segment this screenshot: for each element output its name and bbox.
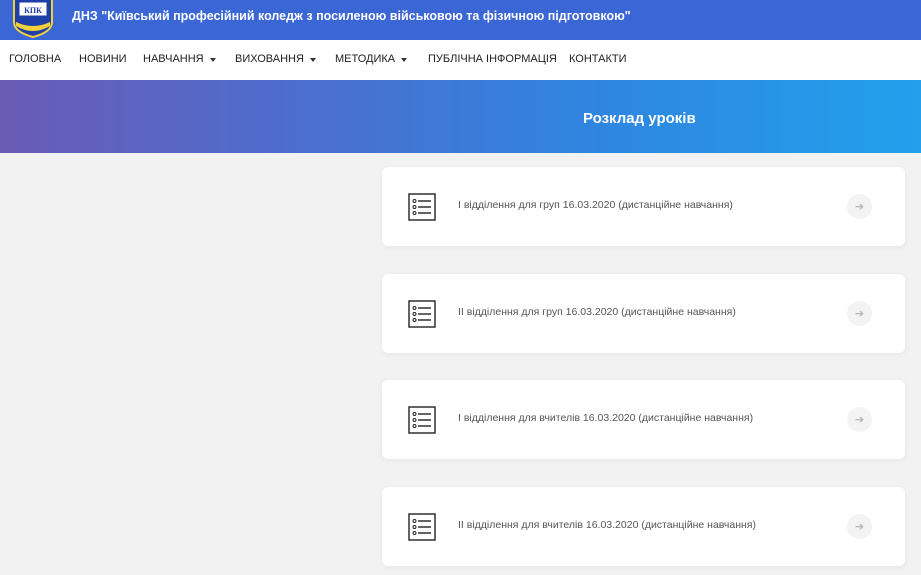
nav-item-label: ВИХОВАННЯ [235, 53, 304, 65]
logo-text: КПК [24, 6, 42, 15]
list-document-icon [408, 513, 436, 541]
chevron-down-icon [209, 58, 216, 62]
nav-item-label: МЕТОДИКА [335, 53, 396, 65]
college-logo[interactable]: КПК [12, 0, 54, 38]
page-title: Розклад уроків [583, 110, 696, 127]
nav-item-label: КОНТАКТИ [569, 53, 627, 65]
nav-item-label: ПУБЛІЧНА ІНФОРМАЦІЯ [428, 53, 557, 65]
list-document-icon [408, 300, 436, 328]
document-card[interactable]: І відділення для груп 16.03.2020 (дистан… [382, 167, 905, 246]
arrow-right-icon[interactable]: ➔ [847, 407, 872, 432]
nav-item-contacts[interactable]: КОНТАКТИ [569, 53, 627, 65]
nav-item-home[interactable]: ГОЛОВНА [9, 53, 61, 65]
nav-item-label: НОВИНИ [79, 53, 127, 65]
list-document-icon [408, 193, 436, 221]
site-title[interactable]: ДНЗ "Київський професійний коледж з поси… [72, 9, 631, 23]
nav-item-news[interactable]: НОВИНИ [79, 53, 127, 65]
chevron-down-icon [401, 58, 408, 62]
nav-item-label: НАВЧАННЯ [143, 53, 204, 65]
document-title[interactable]: ІІ відділення для вчителів 16.03.2020 (д… [458, 519, 756, 531]
arrow-right-icon[interactable]: ➔ [847, 194, 872, 219]
nav-item-methodology[interactable]: МЕТОДИКА [335, 53, 408, 65]
document-card[interactable]: ІІ відділення для вчителів 16.03.2020 (д… [382, 487, 905, 566]
list-document-icon [408, 406, 436, 434]
nav-item-education[interactable]: НАВЧАННЯ [143, 53, 216, 65]
nav-item-public-info[interactable]: ПУБЛІЧНА ІНФОРМАЦІЯ [428, 53, 557, 65]
arrow-right-icon[interactable]: ➔ [847, 301, 872, 326]
chevron-down-icon [309, 58, 316, 62]
main-nav: ГОЛОВНА НОВИНИ НАВЧАННЯ ВИХОВАННЯ МЕТОДИ… [0, 40, 921, 80]
document-title[interactable]: І відділення для груп 16.03.2020 (дистан… [458, 199, 733, 211]
document-title[interactable]: І відділення для вчителів 16.03.2020 (ди… [458, 412, 753, 424]
arrow-right-icon[interactable]: ➔ [847, 514, 872, 539]
nav-item-upbringing[interactable]: ВИХОВАННЯ [235, 53, 316, 65]
document-card[interactable]: І відділення для вчителів 16.03.2020 (ди… [382, 380, 905, 459]
document-title[interactable]: ІІ відділення для груп 16.03.2020 (диста… [458, 306, 736, 318]
nav-item-label: ГОЛОВНА [9, 53, 62, 65]
site-header: КПК ДНЗ "Київський професійний коледж з … [0, 0, 921, 40]
document-card[interactable]: ІІ відділення для груп 16.03.2020 (диста… [382, 274, 905, 353]
page-banner [0, 80, 921, 153]
